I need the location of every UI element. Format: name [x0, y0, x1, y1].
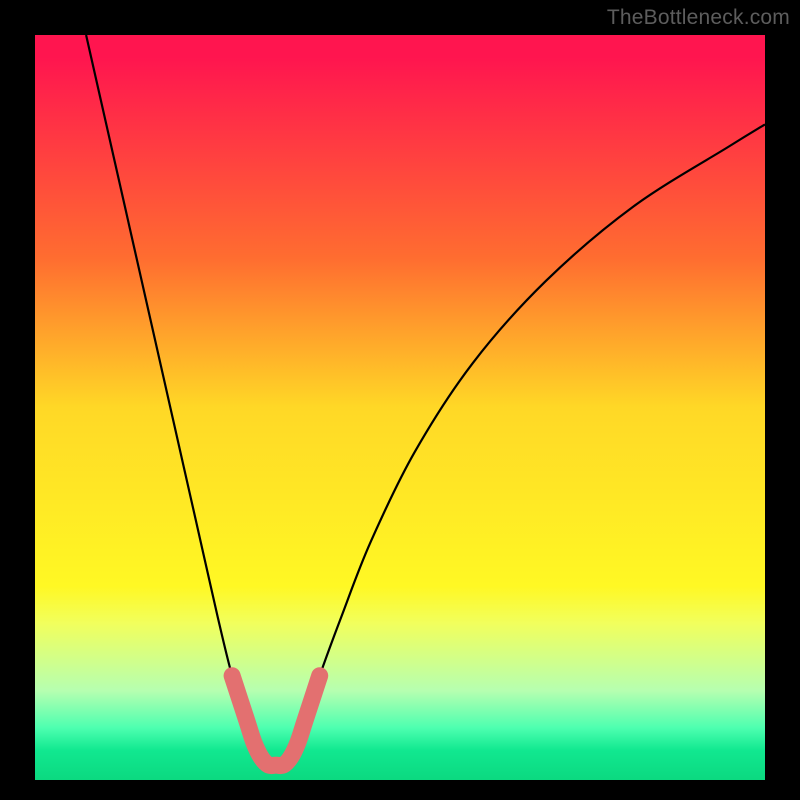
bottleneck-chart [35, 35, 765, 780]
optimal-zone-path [232, 676, 320, 766]
bottleneck-curve-path [86, 35, 765, 766]
watermark-text: TheBottleneck.com [607, 6, 790, 30]
